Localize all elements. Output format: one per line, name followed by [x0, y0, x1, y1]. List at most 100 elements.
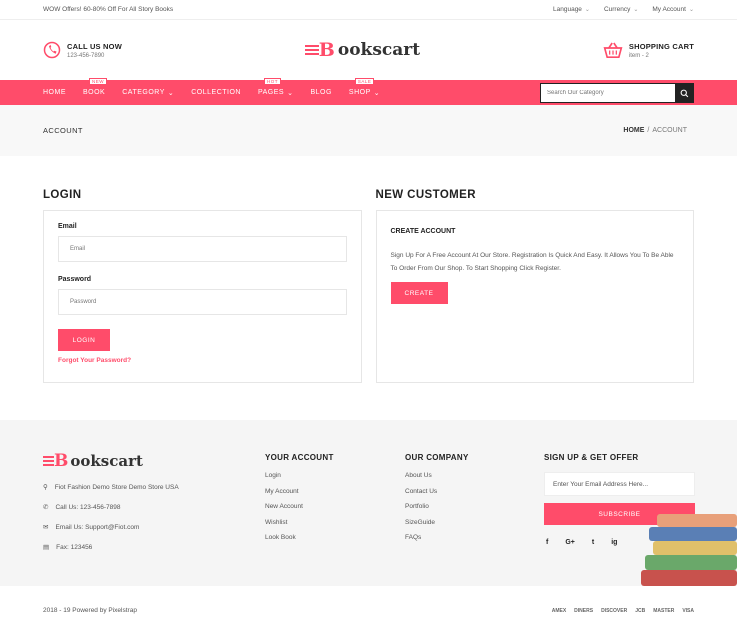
footer-our-company: OUR COMPANY About Us Contact Us Portfoli…	[405, 453, 469, 550]
header: CALL US NOW 123-456-7890 B ookscart SHOP…	[0, 20, 737, 80]
footer-link-contact-us[interactable]: Contact Us	[405, 488, 469, 495]
address-text: Fiot Fashion Demo Store Demo Store USA	[54, 483, 179, 491]
language-label: Language	[553, 6, 582, 13]
new-customer-title: NEW CUSTOMER	[375, 189, 476, 201]
breadcrumb-home[interactable]: HOME	[623, 127, 644, 134]
my-account-label: My Account	[652, 6, 686, 13]
footer-link-login[interactable]: Login	[265, 472, 334, 479]
nav-blog-label: BLOG	[310, 89, 332, 96]
payment-icons: AMEX DINERS DISCOVER JCB MASTER VISA	[552, 608, 694, 614]
mastercard-icon: MASTER	[653, 607, 675, 614]
footer-link-look-book[interactable]: Look Book	[265, 534, 334, 541]
currency-dropdown[interactable]: Currency ⌄	[604, 6, 638, 13]
newsletter-email-input[interactable]: Enter Your Email Address Here...	[544, 472, 695, 496]
fax-row: ▤ Fax: 123456	[43, 543, 243, 552]
language-dropdown[interactable]: Language ⌄	[553, 6, 590, 13]
main-content: LOGIN Email Email Password Password LOGI…	[0, 156, 737, 421]
forgot-password-link[interactable]: Forgot Your Password?	[58, 357, 347, 364]
nav-collection-label: COLLECTION	[191, 89, 241, 96]
call-us: CALL US NOW 123-456-7890	[43, 41, 122, 59]
shopping-cart[interactable]: SHOPPING CART item - 2	[603, 42, 694, 59]
breadcrumb-current: ACCOUNT	[652, 127, 687, 134]
chevron-down-icon: ⌄	[167, 89, 175, 97]
discover-icon: DISCOVER	[601, 607, 628, 614]
chevron-down-icon: ⌄	[584, 7, 590, 13]
footer-link-wishlist[interactable]: Wishlist	[265, 519, 334, 526]
map-marker-icon: ⚲	[43, 484, 48, 491]
create-account-text: Sign Up For A Free Account At Our Store.…	[390, 252, 674, 272]
footer-your-account: YOUR ACCOUNT Login My Account New Accoun…	[265, 453, 334, 550]
login-button[interactable]: LOGIN	[58, 329, 110, 351]
create-account-heading: CREATE ACCOUNT	[390, 228, 456, 235]
nav-collection[interactable]: COLLECTION	[191, 89, 241, 96]
phone-icon: ✆	[43, 504, 49, 511]
footer-contact: B ookscart ⚲ Fiot Fashion Demo Store Demo…	[43, 451, 243, 563]
search-box	[540, 83, 694, 103]
nav-category[interactable]: CATEGORY ⌄	[122, 89, 174, 97]
copyright: 2018 - 19 Powered by Pixelstrap	[43, 607, 137, 614]
search-input[interactable]	[541, 84, 675, 102]
hot-badge: HOT	[263, 77, 281, 85]
nav-book[interactable]: NEW BOOK	[83, 78, 107, 96]
search-button[interactable]	[675, 84, 693, 102]
top-bar: WOW Offers! 60-80% Off For All Story Boo…	[0, 0, 737, 20]
call-row: ✆ Call Us: 123-456-7898	[43, 503, 243, 512]
footer-link-about-us[interactable]: About Us	[405, 472, 469, 479]
login-box: Email Email Password Password LOGIN Forg…	[43, 210, 362, 383]
breadcrumb-bar: ACCOUNT HOME / ACCOUNT	[0, 105, 737, 156]
fax-text: Fax: 123456	[56, 543, 93, 551]
nav-category-label: CATEGORY	[122, 89, 165, 96]
facebook-icon[interactable]: f	[546, 539, 548, 546]
call-us-title: CALL US NOW	[67, 41, 122, 51]
my-account-dropdown[interactable]: My Account ⌄	[652, 6, 694, 13]
diners-icon: DINERS	[574, 607, 594, 614]
nav-pages-label: PAGES	[257, 89, 285, 96]
email-text: Email Us: Support@Fiot.com	[55, 523, 140, 531]
nav-shop-label: SHOP	[348, 89, 371, 96]
instagram-icon[interactable]: ig	[611, 539, 617, 546]
breadcrumb: HOME / ACCOUNT	[623, 127, 694, 134]
books-illustration	[641, 514, 737, 586]
create-button[interactable]: CREATE	[390, 282, 448, 304]
nav-home[interactable]: HOME	[43, 89, 66, 96]
logo[interactable]: B ookscart	[304, 39, 420, 61]
footer-logo-text: ookscart	[70, 452, 143, 470]
currency-label: Currency	[603, 6, 631, 13]
offer-text: WOW Offers! 60-80% Off For All Story Boo…	[43, 6, 174, 13]
basket-icon	[603, 42, 623, 58]
footer-link-new-account[interactable]: New Account	[265, 503, 334, 510]
fax-icon: ▤	[43, 544, 50, 551]
footer-link-sizeguide[interactable]: SizeGuide	[405, 519, 469, 526]
jcb-icon: JCB	[635, 607, 646, 614]
nav-shop[interactable]: SALE SHOP ⌄	[348, 77, 380, 97]
google-plus-icon[interactable]: G+	[565, 539, 575, 546]
nav-blog[interactable]: BLOG	[310, 89, 331, 96]
cart-items: item - 2	[628, 52, 649, 59]
bottom-bar: 2018 - 19 Powered by Pixelstrap AMEX DIN…	[0, 586, 737, 635]
email-row: ✉ Email Us: Support@Fiot.com	[43, 523, 243, 532]
footer-link-faqs[interactable]: FAQs	[405, 534, 469, 541]
page-title: ACCOUNT	[43, 126, 83, 135]
call-us-number: 123-456-7890	[67, 52, 105, 59]
footer-link-portfolio[interactable]: Portfolio	[405, 503, 469, 510]
sale-badge: SALE	[354, 77, 375, 85]
twitter-icon[interactable]: t	[592, 539, 594, 546]
amex-icon: AMEX	[551, 607, 567, 614]
your-account-heading: YOUR ACCOUNT	[265, 453, 334, 462]
call-text: Call Us: 123-456-7898	[55, 503, 121, 511]
visa-icon: VISA	[682, 607, 694, 614]
nav-pages[interactable]: HOT PAGES ⌄	[257, 77, 293, 97]
footer-logo[interactable]: B ookscart	[43, 451, 243, 471]
our-company-heading: OUR COMPANY	[405, 453, 469, 462]
login-section: LOGIN Email Email Password Password LOGI…	[43, 189, 362, 421]
logo-mark: B	[304, 39, 335, 61]
email-field[interactable]: Email	[58, 236, 347, 262]
chevron-down-icon: ⌄	[633, 7, 639, 13]
password-field[interactable]: Password	[58, 289, 347, 315]
main-nav: HOME NEW BOOK CATEGORY ⌄ COLLECTION HOT PAG…	[0, 77, 737, 105]
phone-icon	[43, 41, 61, 59]
footer-link-my-account[interactable]: My Account	[265, 488, 334, 495]
footer: B ookscart ⚲ Fiot Fashion Demo Store Demo…	[0, 420, 737, 586]
email-label: Email	[58, 223, 77, 230]
new-badge: NEW	[89, 78, 107, 85]
